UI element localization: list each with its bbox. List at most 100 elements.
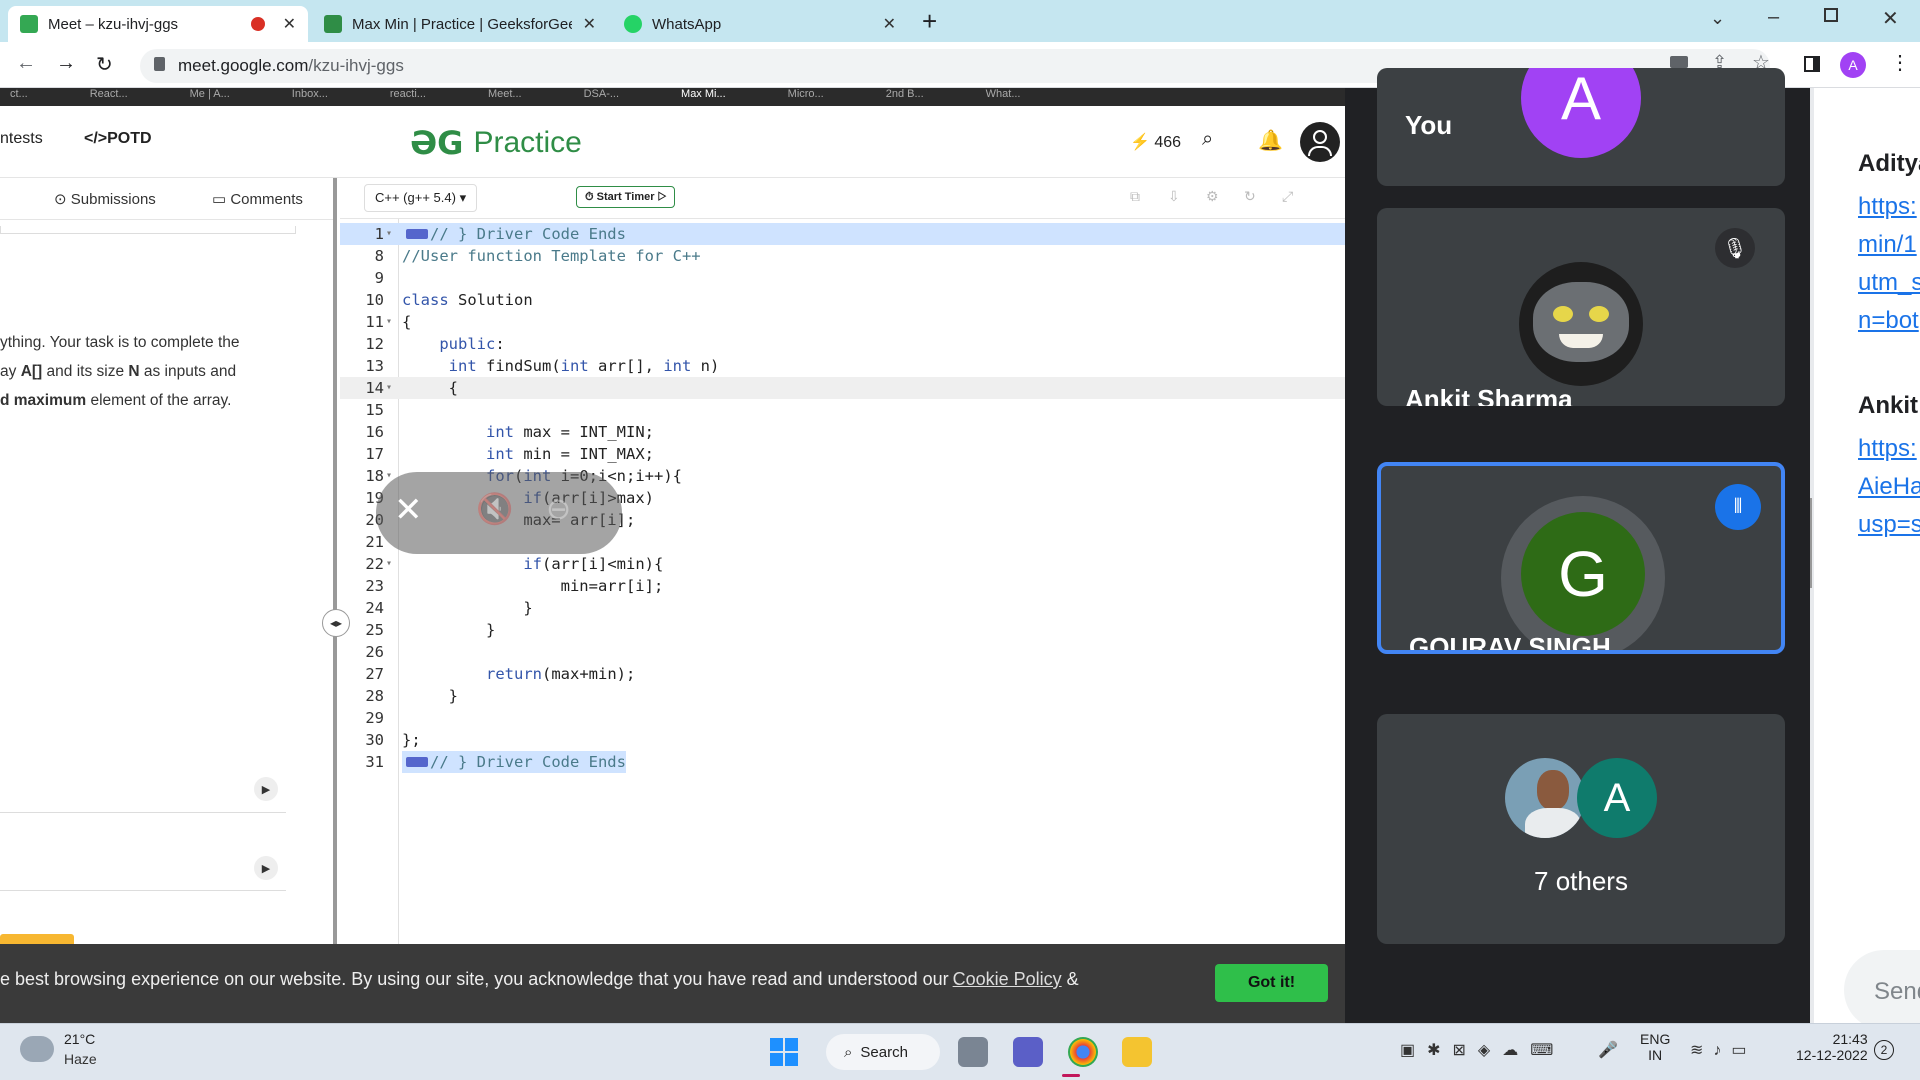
expand-arrow-icon[interactable]: ▶ — [254, 777, 278, 801]
code-line[interactable]: 1 ▾ // } Driver Code Ends — [340, 223, 1345, 245]
got-it-button[interactable]: Got it! — [1215, 964, 1328, 1002]
task-view-icon[interactable] — [958, 1037, 988, 1067]
url-path: /kzu-ihvj-ggs — [308, 56, 404, 75]
file-explorer-icon[interactable] — [1122, 1037, 1152, 1067]
forward-icon[interactable]: → — [56, 52, 76, 75]
code-line[interactable]: 31 // } Driver Code Ends — [340, 751, 1345, 773]
network-volume-battery-icons[interactable]: ≋♪▭ — [1690, 1040, 1757, 1060]
language-indicator[interactable]: ENG IN — [1640, 1031, 1670, 1063]
code-line[interactable]: 16 int max = INT_MIN; — [340, 421, 1345, 443]
mute-icon[interactable]: 🔇 — [476, 492, 513, 527]
system-tray-icons[interactable]: ▣✱⊠◈☁⌨ — [1400, 1040, 1565, 1060]
code-text: } — [402, 599, 533, 617]
clock[interactable]: 21:43 12-12-2022 — [1796, 1031, 1868, 1063]
expand-arrow-icon[interactable]: ▶ — [254, 856, 278, 880]
close-tab-icon[interactable]: ✕ — [283, 14, 296, 34]
tab-meet[interactable]: Meet – kzu-ihvj-ggs ✕ — [8, 6, 308, 42]
line-number: 24 — [365, 599, 384, 617]
panel-resizer[interactable] — [333, 178, 337, 950]
code-area[interactable]: 1 ▾// } Driver Code Ends 8//User function … — [340, 218, 1345, 951]
fold-arrow-icon[interactable]: ▾ — [386, 377, 392, 399]
code-line[interactable]: 24 } — [340, 597, 1345, 619]
chat-link[interactable]: https: min/1 utm_s n=bot — [1858, 188, 1920, 340]
participant-tile-you[interactable]: A You — [1377, 68, 1785, 186]
code-line[interactable]: 29 — [340, 707, 1345, 729]
cookie-banner: e best browsing experience on our websit… — [0, 944, 1345, 1023]
settings-icon[interactable]: ⚙ — [1206, 188, 1219, 205]
chrome-icon[interactable] — [1068, 1037, 1098, 1067]
code-line[interactable]: 15 — [340, 399, 1345, 421]
start-timer-button[interactable]: ⏱ Start Timer ▷ — [576, 186, 676, 208]
gfg-logo[interactable]: ƏG Practice — [410, 124, 582, 162]
code-line[interactable]: 13 int findSum(int arr[], int n) — [340, 355, 1345, 377]
code-line[interactable]: 30}; — [340, 729, 1345, 751]
fullscreen-overlay-icon[interactable]: ⊖ — [546, 492, 571, 527]
code-line[interactable]: 12 public: — [340, 333, 1345, 355]
reset-icon[interactable]: ↻ — [1244, 188, 1256, 205]
tab-comments[interactable]: ▭ Comments — [212, 190, 303, 208]
reload-icon[interactable]: ↻ — [96, 52, 113, 77]
weather-icon[interactable] — [20, 1036, 54, 1062]
problem-text-bold: N — [128, 363, 140, 380]
code-line[interactable]: 14 ▾ { — [340, 377, 1345, 399]
windows-start-icon[interactable] — [770, 1038, 798, 1066]
nav-contests[interactable]: ntests — [0, 130, 43, 148]
menu-icon[interactable]: ⋮ — [1890, 50, 1910, 75]
participant-tile-others[interactable]: A 7 others — [1377, 714, 1785, 944]
fold-arrow-icon[interactable]: ▾ — [386, 553, 392, 575]
tab-submissions[interactable]: ⊙ Submissions — [54, 190, 156, 208]
close-tab-icon[interactable]: ✕ — [883, 14, 896, 34]
fold-arrow-icon[interactable]: ▾ — [386, 311, 392, 333]
taskbar-search[interactable]: ⌕ Search — [826, 1034, 940, 1070]
fold-arrow-icon[interactable]: ▾ — [386, 223, 392, 245]
unpin-icon[interactable]: ✕ — [394, 490, 423, 530]
code-line[interactable]: 17 int min = INT_MAX; — [340, 443, 1345, 465]
participant-tile-ankit[interactable]: 🎙 Ankit Sharma — [1377, 208, 1785, 406]
collapsed-code-icon[interactable] — [406, 757, 428, 767]
code-line[interactable]: 23 min=arr[i]; — [340, 575, 1345, 597]
user-avatar-icon[interactable] — [1300, 122, 1340, 162]
chat-send-input[interactable]: Send — [1844, 950, 1920, 1023]
microphone-icon[interactable]: 🎤 — [1598, 1040, 1618, 1060]
bell-icon[interactable]: 🔔 — [1258, 128, 1283, 153]
line-number: 12 — [365, 335, 384, 353]
back-icon[interactable]: ← — [16, 52, 36, 75]
code-line[interactable]: 11 ▾ { — [340, 311, 1345, 333]
code-line[interactable]: 27 return(max+min); — [340, 663, 1345, 685]
close-tab-icon[interactable]: ✕ — [583, 14, 596, 34]
chat-scrollbar[interactable] — [1810, 498, 1812, 588]
search-icon[interactable]: ⌕ — [1202, 128, 1213, 151]
code-line[interactable]: 10 class Solution — [340, 289, 1345, 311]
fullscreen-icon[interactable]: ⤢ — [1282, 188, 1293, 205]
code-line[interactable]: 26 — [340, 641, 1345, 663]
collapsed-code-icon[interactable] — [406, 229, 428, 239]
cookie-policy-link[interactable]: Cookie Policy — [953, 969, 1062, 989]
close-window-icon[interactable]: ✕ — [1882, 6, 1899, 31]
download-icon[interactable]: ⇩ — [1168, 188, 1180, 205]
code-editor[interactable]: C++ (g++ 5.4) ▾ ⏱ Start Timer ▷ ⧉ ⇩ ⚙ ↻ … — [340, 178, 1345, 951]
code-line[interactable]: 8 //User function Template for C++ — [340, 245, 1345, 267]
weather-temp[interactable]: 21°C — [64, 1031, 95, 1047]
code-line[interactable]: 28 } — [340, 685, 1345, 707]
restore-icon[interactable] — [1824, 8, 1838, 22]
teams-chat-icon[interactable] — [1013, 1037, 1043, 1067]
camera-icon[interactable] — [1670, 56, 1688, 68]
sidepanel-icon[interactable] — [1804, 56, 1820, 72]
tab-geeksforgeeks[interactable]: Max Min | Practice | GeeksforGee ✕ — [312, 6, 608, 42]
notification-badge[interactable]: 2 — [1874, 1040, 1894, 1060]
taskbar-search-label: Search — [860, 1043, 908, 1061]
chat-link[interactable]: https: AieHa usp=s — [1858, 430, 1920, 544]
new-tab-button[interactable]: + — [922, 6, 937, 37]
tab-comments-label: Comments — [230, 191, 303, 208]
participant-tile-gourav[interactable]: G ⦀ GOURAV SINGH — [1377, 462, 1785, 654]
nav-potd[interactable]: </>POTD — [84, 130, 152, 148]
code-line[interactable]: 22 ▾ if(arr[i]<min){ — [340, 553, 1345, 575]
code-line[interactable]: 9 — [340, 267, 1345, 289]
language-select[interactable]: C++ (g++ 5.4) ▾ — [364, 184, 478, 212]
copy-icon[interactable]: ⧉ — [1130, 188, 1140, 205]
code-line[interactable]: 25 } — [340, 619, 1345, 641]
minimize-icon[interactable]: – — [1768, 6, 1779, 29]
tab-whatsapp[interactable]: WhatsApp ✕ — [612, 6, 908, 42]
profile-avatar[interactable]: A — [1840, 52, 1866, 78]
tab-search-icon[interactable]: ⌄ — [1710, 8, 1725, 29]
